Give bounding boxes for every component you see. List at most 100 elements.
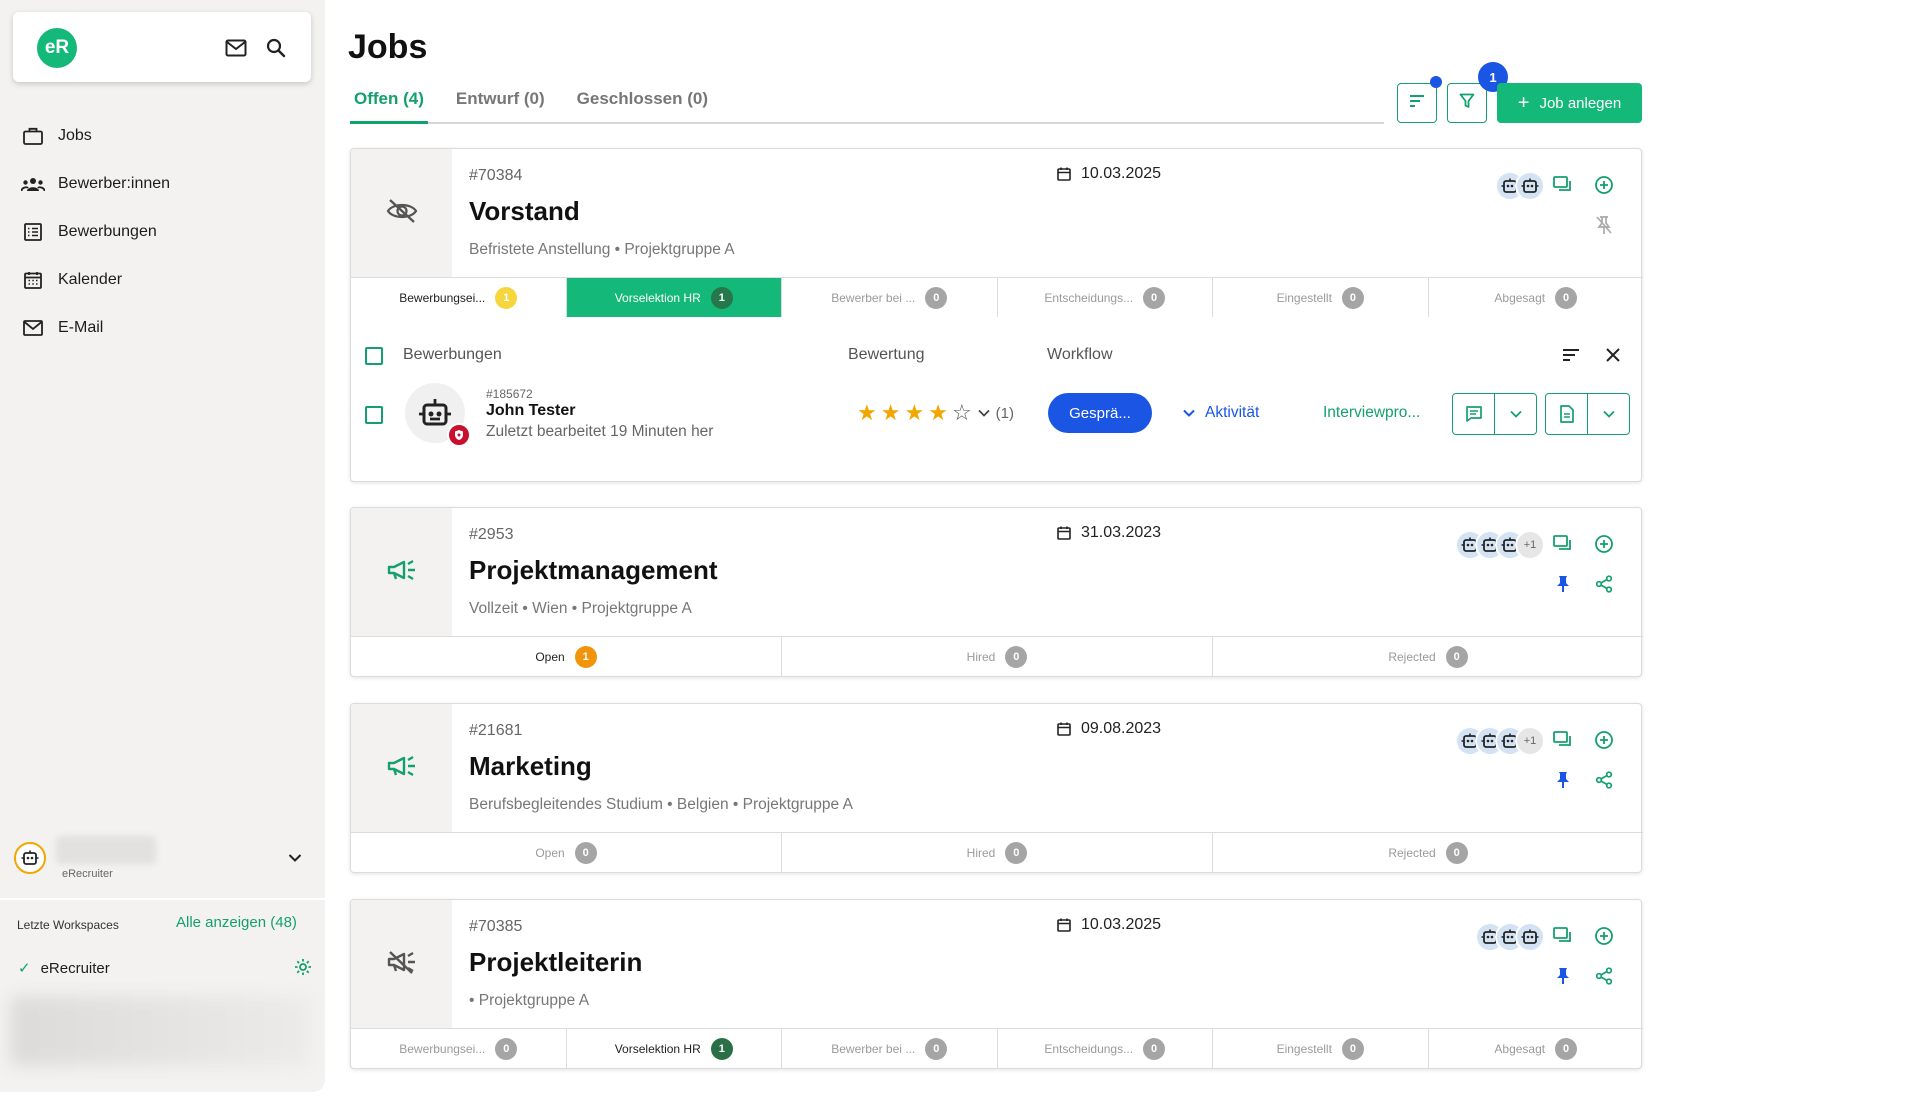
- document-split-button[interactable]: [1545, 393, 1630, 435]
- job-icon-box: [351, 149, 452, 277]
- stage-vorselektion-hr[interactable]: Vorselektion HR 1: [567, 1029, 782, 1068]
- stage-abgesagt[interactable]: Abgesagt 0: [1429, 1029, 1644, 1068]
- gear-icon[interactable]: [294, 958, 312, 981]
- stage-open[interactable]: Open 0: [351, 833, 782, 872]
- chevron-down-icon[interactable]: [1495, 394, 1536, 434]
- activity-dropdown[interactable]: Aktivität: [1183, 404, 1259, 422]
- chat-icon[interactable]: [1551, 532, 1575, 556]
- star-full-icon[interactable]: ★: [881, 402, 901, 424]
- sort-button[interactable]: [1397, 83, 1437, 123]
- document-icon[interactable]: [1546, 394, 1588, 434]
- message-split-button[interactable]: [1452, 393, 1537, 435]
- pin-icon[interactable]: [1551, 964, 1575, 988]
- stage-bewerber-bei[interactable]: Bewerber bei ... 0: [782, 1029, 998, 1068]
- pin-icon[interactable]: [1551, 572, 1575, 596]
- stage-count: 1: [495, 286, 518, 309]
- pin-icon[interactable]: [1551, 768, 1575, 792]
- interview-protocol-link[interactable]: Interviewpro...: [1323, 404, 1420, 422]
- chevron-down-icon[interactable]: [1588, 394, 1629, 434]
- workflow-status-button[interactable]: Gesprä...: [1048, 393, 1152, 433]
- job-title[interactable]: Vorstand: [469, 196, 580, 227]
- stage-bewerbungseingang[interactable]: Bewerbungsei... 0: [351, 1029, 567, 1068]
- stage-bewerbungseingang[interactable]: Bewerbungsei... 1: [351, 278, 567, 317]
- job-card[interactable]: #70385 Projektleiterin • Projektgruppe A…: [350, 899, 1644, 1069]
- team-avatars[interactable]: +1: [1455, 530, 1545, 560]
- more-avatars-count: +1: [1515, 530, 1545, 560]
- team-avatars[interactable]: [1475, 922, 1545, 952]
- chat-icon[interactable]: [1551, 924, 1575, 948]
- chevron-down-icon[interactable]: [288, 850, 302, 868]
- close-icon[interactable]: [1601, 343, 1625, 367]
- add-circle-icon[interactable]: [1592, 532, 1616, 556]
- sidebar-nav: Jobs Bewerber:innen Bewerbungen Kalender: [20, 112, 310, 352]
- sort-icon[interactable]: [1559, 343, 1583, 367]
- job-title[interactable]: Marketing: [469, 751, 592, 782]
- stage-open[interactable]: Open 1: [351, 637, 782, 676]
- application-row[interactable]: #185672 John Tester Zuletzt bearbeitet 1…: [351, 379, 1643, 459]
- stage-eingestellt[interactable]: Eingestellt 0: [1213, 1029, 1429, 1068]
- star-empty-icon[interactable]: ☆: [952, 402, 972, 424]
- calendar-icon: [20, 269, 46, 291]
- add-circle-icon[interactable]: [1592, 728, 1616, 752]
- team-avatars[interactable]: [1495, 171, 1545, 201]
- show-all-workspaces-link[interactable]: Alle anzeigen (48): [176, 914, 297, 931]
- job-card[interactable]: #2953 Projektmanagement Vollzeit • Wien …: [350, 507, 1643, 677]
- stage-count: 0: [1005, 645, 1028, 668]
- stage-vorselektion-hr[interactable]: Vorselektion HR 1: [566, 278, 782, 317]
- chat-icon[interactable]: [1551, 173, 1575, 197]
- stage-entscheidung[interactable]: Entscheidungs... 0: [998, 278, 1213, 317]
- share-icon[interactable]: [1592, 964, 1616, 988]
- stage-entscheidung[interactable]: Entscheidungs... 0: [998, 1029, 1213, 1068]
- job-card[interactable]: #21681 Marketing Berufsbegleitendes Stud…: [350, 703, 1643, 873]
- add-circle-icon[interactable]: [1592, 173, 1616, 197]
- workspace-item[interactable]: ✓ eRecruiter: [18, 956, 314, 980]
- plus-icon: +: [1517, 92, 1530, 114]
- stage-bewerber-bei[interactable]: Bewerber bei ... 0: [782, 278, 998, 317]
- candidate-rating[interactable]: ★ ★ ★ ★ ☆ (1): [857, 402, 1014, 424]
- chevron-down-icon[interactable]: [978, 409, 990, 417]
- job-title[interactable]: Projektleiterin: [469, 947, 642, 978]
- tab-offen[interactable]: Offen (4): [350, 86, 428, 124]
- filter-button[interactable]: [1447, 83, 1487, 123]
- share-icon[interactable]: [1592, 768, 1616, 792]
- tab-geschlossen[interactable]: Geschlossen (0): [573, 86, 712, 124]
- chat-icon[interactable]: [1551, 728, 1575, 752]
- job-title[interactable]: Projektmanagement: [469, 555, 718, 586]
- pin-off-icon[interactable]: [1592, 213, 1616, 237]
- sidebar-item-bewerbungen[interactable]: Bewerbungen: [20, 208, 310, 256]
- sidebar-item-kalender[interactable]: Kalender: [20, 256, 310, 304]
- team-avatars[interactable]: +1: [1455, 726, 1545, 756]
- workspaces-title: Letzte Workspaces: [17, 918, 119, 932]
- mail-icon[interactable]: [223, 35, 249, 61]
- star-full-icon[interactable]: ★: [857, 402, 877, 424]
- job-card[interactable]: #70384 Vorstand Befristete Anstellung • …: [350, 148, 1644, 482]
- message-icon[interactable]: [1453, 394, 1495, 434]
- sidebar-item-bewerber[interactable]: Bewerber:innen: [20, 160, 310, 208]
- job-date-value: 10.03.2025: [1081, 165, 1162, 182]
- robot-avatar-icon: [1515, 171, 1545, 201]
- stage-hired[interactable]: Hired 0: [782, 833, 1213, 872]
- search-icon[interactable]: [263, 35, 289, 61]
- star-full-icon[interactable]: ★: [904, 402, 924, 424]
- add-circle-icon[interactable]: [1592, 924, 1616, 948]
- share-icon[interactable]: [1592, 572, 1616, 596]
- stage-hired[interactable]: Hired 0: [782, 637, 1213, 676]
- user-account[interactable]: eRecruiter: [14, 836, 314, 886]
- stage-eingestellt[interactable]: Eingestellt 0: [1213, 278, 1429, 317]
- user-organization: eRecruiter: [62, 868, 113, 880]
- sidebar-item-jobs[interactable]: Jobs: [20, 112, 310, 160]
- pipeline-stages: Open 1 Hired 0 Rejected 0: [351, 636, 1643, 676]
- star-full-icon[interactable]: ★: [928, 402, 948, 424]
- sidebar-item-email[interactable]: E-Mail: [20, 304, 310, 352]
- job-date-value: 09.08.2023: [1081, 720, 1162, 737]
- select-all-checkbox[interactable]: [365, 347, 383, 365]
- logo[interactable]: eR: [37, 28, 77, 68]
- job-icon-box: [351, 508, 452, 636]
- create-job-button[interactable]: + Job anlegen: [1497, 83, 1642, 123]
- candidate-name[interactable]: John Tester: [486, 402, 576, 420]
- stage-abgesagt[interactable]: Abgesagt 0: [1429, 278, 1644, 317]
- stage-rejected[interactable]: Rejected 0: [1213, 833, 1643, 872]
- tab-entwurf[interactable]: Entwurf (0): [452, 86, 549, 124]
- application-checkbox[interactable]: [365, 406, 383, 424]
- stage-rejected[interactable]: Rejected 0: [1213, 637, 1643, 676]
